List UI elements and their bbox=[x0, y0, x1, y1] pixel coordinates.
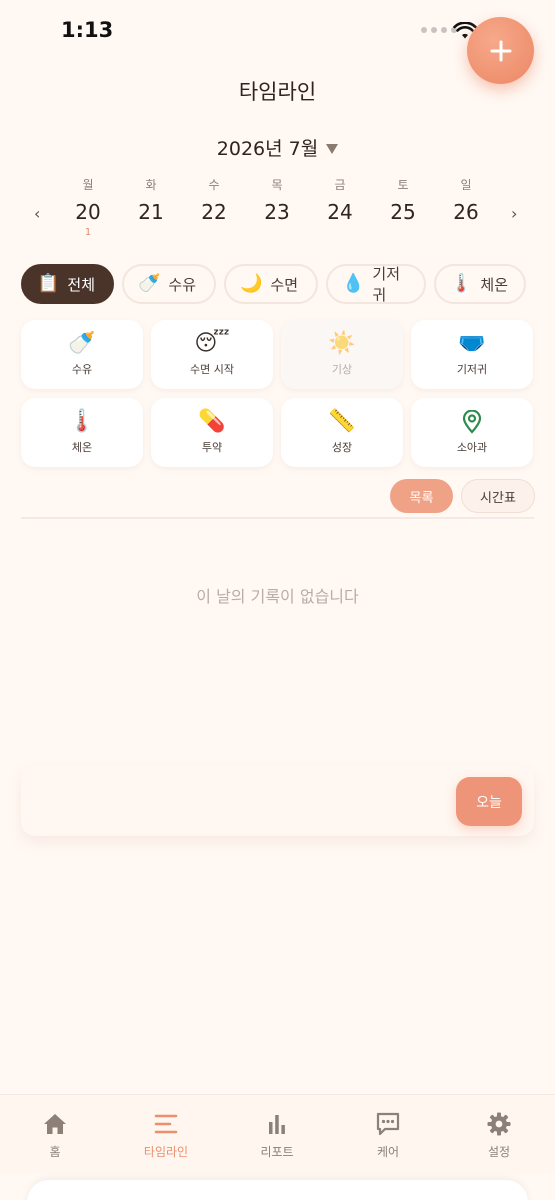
day-name: 수 bbox=[208, 178, 220, 192]
filter-chips: 📋 전체 🍼 수유 🌙 수면 💧 기저귀 🌡️ 체온 bbox=[21, 264, 526, 304]
clipboard-icon: 📋 bbox=[37, 273, 60, 294]
sun-icon: ☀️ bbox=[328, 331, 356, 356]
quick-wake-button[interactable]: ☀️ 기상 bbox=[281, 320, 403, 389]
quick-temperature-button[interactable]: 🌡️ 체온 bbox=[21, 398, 143, 467]
day-cell[interactable]: 월 20 1 bbox=[68, 176, 108, 241]
tile-label: 투약 bbox=[201, 441, 223, 454]
day-name: 화 bbox=[145, 178, 157, 192]
day-cell[interactable]: 일 26 bbox=[446, 176, 486, 225]
tile-label: 수면 시작 bbox=[190, 363, 234, 376]
day-number: 22 bbox=[201, 200, 227, 224]
thermometer-icon: 🌡️ bbox=[68, 409, 96, 434]
prev-week-button[interactable]: ‹ bbox=[34, 204, 40, 223]
filter-all[interactable]: 📋 전체 bbox=[21, 264, 114, 304]
tab-label: 타임라인 bbox=[143, 1145, 189, 1159]
signal-icon bbox=[421, 27, 457, 33]
tab-label: 설정 bbox=[487, 1145, 511, 1159]
bottom-sheet-handle bbox=[27, 1180, 528, 1200]
day-cell[interactable]: 수 22 bbox=[194, 176, 234, 225]
status-time: 1:13 bbox=[61, 18, 114, 42]
bottle-icon: 🍼 bbox=[138, 273, 161, 294]
drop-icon: 💧 bbox=[342, 273, 365, 294]
caret-down-icon bbox=[326, 143, 339, 154]
week-strip: ‹ 월 20 1 화 21 수 22 목 23 금 24 토 25 일 26 › bbox=[0, 176, 555, 246]
sleeping-baby-icon: 😴 bbox=[194, 331, 230, 356]
tile-label: 성장 bbox=[331, 441, 353, 454]
moon-icon: 🌙 bbox=[240, 273, 263, 294]
list-view-button[interactable]: 목록 bbox=[390, 479, 453, 513]
quick-growth-button[interactable]: 📏 성장 bbox=[281, 398, 403, 467]
filter-diaper[interactable]: 💧 기저귀 bbox=[326, 264, 426, 304]
quick-sleep-start-button[interactable]: 😴 수면 시작 bbox=[151, 320, 273, 389]
pill-icon: 💊 bbox=[198, 409, 226, 434]
tab-settings[interactable]: 설정 bbox=[459, 1111, 539, 1160]
diaper-icon: 🩲 bbox=[458, 331, 486, 356]
plus-icon bbox=[490, 40, 511, 61]
quick-pediatrician-button[interactable]: 소아과 bbox=[411, 398, 533, 467]
month-label: 2026년 7월 bbox=[216, 138, 319, 160]
bottle-icon: 🍼 bbox=[68, 331, 96, 356]
tile-label: 소아과 bbox=[456, 441, 488, 454]
tile-label: 체온 bbox=[71, 441, 93, 454]
tab-timeline[interactable]: 타임라인 bbox=[126, 1111, 206, 1160]
filter-temperature[interactable]: 🌡️ 체온 bbox=[434, 264, 526, 304]
day-cell[interactable]: 목 23 bbox=[257, 176, 297, 225]
next-week-button[interactable]: › bbox=[511, 204, 517, 223]
bottom-tab-bar: 홈 타임라인 리포트 케어 설정 bbox=[0, 1094, 555, 1174]
timeline-icon bbox=[126, 1111, 206, 1137]
quick-diaper-button[interactable]: 🩲 기저귀 bbox=[411, 320, 533, 389]
day-number: 20 bbox=[75, 200, 101, 224]
chat-icon bbox=[348, 1111, 428, 1137]
today-button[interactable]: 오늘 bbox=[456, 777, 522, 826]
tile-label: 수유 bbox=[71, 363, 93, 376]
filter-sleep[interactable]: 🌙 수면 bbox=[224, 264, 318, 304]
tab-label: 케어 bbox=[376, 1145, 400, 1159]
ruler-icon: 📏 bbox=[328, 409, 356, 434]
filter-label: 전체 bbox=[67, 275, 96, 294]
report-icon bbox=[237, 1111, 317, 1137]
month-picker[interactable]: 2026년 7월 bbox=[0, 134, 555, 161]
page-title: 타임라인 bbox=[238, 80, 317, 104]
quick-feeding-button[interactable]: 🍼 수유 bbox=[21, 320, 143, 389]
filter-label: 수유 bbox=[168, 275, 197, 294]
filter-label: 기저귀 bbox=[372, 265, 401, 304]
day-number: 23 bbox=[264, 200, 290, 224]
filter-feeding[interactable]: 🍼 수유 bbox=[122, 264, 216, 304]
location-pin-icon bbox=[461, 409, 483, 434]
day-number: 24 bbox=[327, 200, 353, 224]
home-icon bbox=[15, 1111, 95, 1137]
day-name: 목 bbox=[271, 178, 283, 192]
day-number: 26 bbox=[453, 200, 479, 224]
tab-label: 홈 bbox=[49, 1145, 61, 1159]
tile-label: 기저귀 bbox=[456, 363, 488, 376]
day-name: 토 bbox=[397, 178, 409, 192]
gear-icon bbox=[459, 1111, 539, 1137]
timetable-view-button[interactable]: 시간표 bbox=[461, 479, 535, 513]
filter-label: 체온 bbox=[480, 275, 509, 294]
divider bbox=[21, 517, 534, 519]
day-number: 21 bbox=[138, 200, 164, 224]
day-record-count: 1 bbox=[84, 227, 92, 238]
add-record-button[interactable] bbox=[467, 17, 534, 84]
day-name: 일 bbox=[460, 178, 472, 192]
day-cell[interactable]: 화 21 bbox=[131, 176, 171, 225]
quick-medication-button[interactable]: 💊 투약 bbox=[151, 398, 273, 467]
day-number: 25 bbox=[390, 200, 416, 224]
tab-care[interactable]: 케어 bbox=[348, 1111, 428, 1160]
view-toggle: 목록 시간표 bbox=[390, 479, 535, 513]
tab-report[interactable]: 리포트 bbox=[237, 1111, 317, 1160]
filter-label: 수면 bbox=[270, 275, 299, 294]
day-cell[interactable]: 토 25 bbox=[383, 176, 423, 225]
thermometer-icon: 🌡️ bbox=[450, 273, 473, 294]
tab-label: 리포트 bbox=[260, 1145, 294, 1159]
empty-state-text: 이 날의 기록이 없습니다 bbox=[196, 587, 359, 606]
day-cell[interactable]: 금 24 bbox=[320, 176, 360, 225]
day-name: 월 bbox=[82, 178, 94, 192]
day-name: 금 bbox=[334, 178, 346, 192]
tile-label: 기상 bbox=[331, 363, 353, 376]
quick-action-grid: 🍼 수유 😴 수면 시작 ☀️ 기상 🩲 기저귀 🌡️ 체온 💊 투약 📏 성장… bbox=[21, 320, 534, 467]
tab-home[interactable]: 홈 bbox=[15, 1111, 95, 1160]
